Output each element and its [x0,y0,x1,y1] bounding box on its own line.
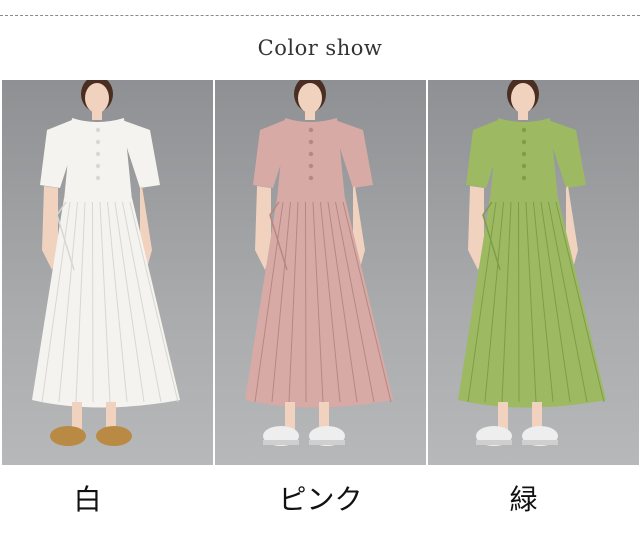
dress-button [521,175,527,181]
dress-button [521,163,527,169]
pleat-line [305,201,307,403]
pleat-line [92,201,94,403]
face [298,83,322,113]
product-photo-pink[interactable] [215,80,426,465]
left-sole [263,440,299,445]
section-title: Color show [257,36,383,60]
color-label-white: 白 [73,483,102,516]
left-leg [498,402,508,430]
dress-button [521,151,527,157]
green-dress-model-image [458,80,606,446]
left-leg [72,402,82,430]
pink-dress-model-image [245,80,393,446]
right-sole [309,440,345,445]
dress-button [95,139,101,145]
left-leg [285,402,295,430]
dress-button [308,151,314,157]
face [85,83,109,113]
left-shoe [50,426,86,446]
white-dress-model-image [32,80,180,446]
color-label-green: 緑 [509,483,538,516]
dashed-divider [0,15,640,16]
pleat-line [518,201,520,403]
right-leg [106,402,116,430]
right-leg [532,402,542,430]
product-photo-white[interactable] [2,80,213,465]
dress-button [95,163,101,169]
dress-button [308,127,314,133]
face [511,83,535,113]
dress-button [521,139,527,145]
neck [92,110,102,120]
product-photo-green[interactable] [428,80,639,465]
right-leg [319,402,329,430]
neck [305,110,315,120]
left-sole [476,440,512,445]
dress-button [308,139,314,145]
dress-button [521,127,527,133]
right-shoe [96,426,132,446]
color-label-pink: ピンク [278,483,363,516]
right-sole [522,440,558,445]
dress-button [95,127,101,133]
dress-button [308,175,314,181]
dress-button [95,151,101,157]
dress-button [95,175,101,181]
neck [518,110,528,120]
dress-button [308,163,314,169]
